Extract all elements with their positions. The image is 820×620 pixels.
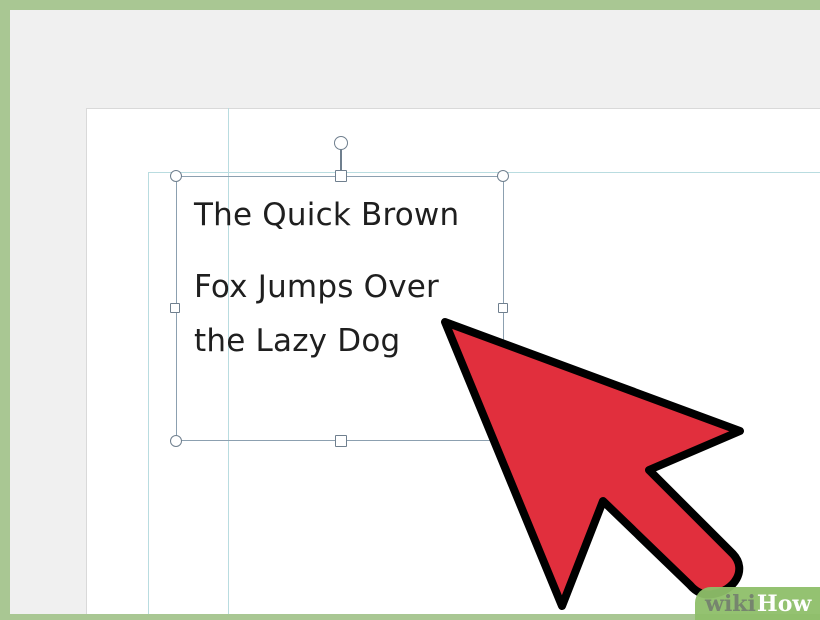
watermark-how-text: How (756, 591, 812, 617)
left-margin-guide (148, 172, 149, 614)
rotation-handle-icon[interactable] (334, 136, 348, 150)
bottom-middle-resize-handle-icon[interactable] (335, 435, 347, 447)
top-right-resize-handle-icon[interactable] (497, 170, 509, 182)
text-box-content[interactable]: The Quick Brown Fox Jumps Over the Lazy … (194, 197, 494, 359)
wikihow-watermark: wikiHow (695, 587, 820, 620)
top-middle-resize-handle-icon[interactable] (335, 170, 347, 182)
watermark-wiki-text: wiki (705, 591, 756, 617)
middle-left-resize-handle-icon[interactable] (170, 303, 180, 313)
top-left-resize-handle-icon[interactable] (170, 170, 182, 182)
text-line-3: the Lazy Dog (194, 323, 401, 359)
text-line-2: Fox Jumps Over (194, 269, 439, 305)
bottom-left-resize-handle-icon[interactable] (170, 435, 182, 447)
middle-right-resize-handle-icon[interactable] (498, 303, 508, 313)
selected-text-box[interactable]: The Quick Brown Fox Jumps Over the Lazy … (176, 176, 504, 441)
top-margin-guide (148, 172, 820, 173)
text-line-1: The Quick Brown (194, 197, 460, 233)
